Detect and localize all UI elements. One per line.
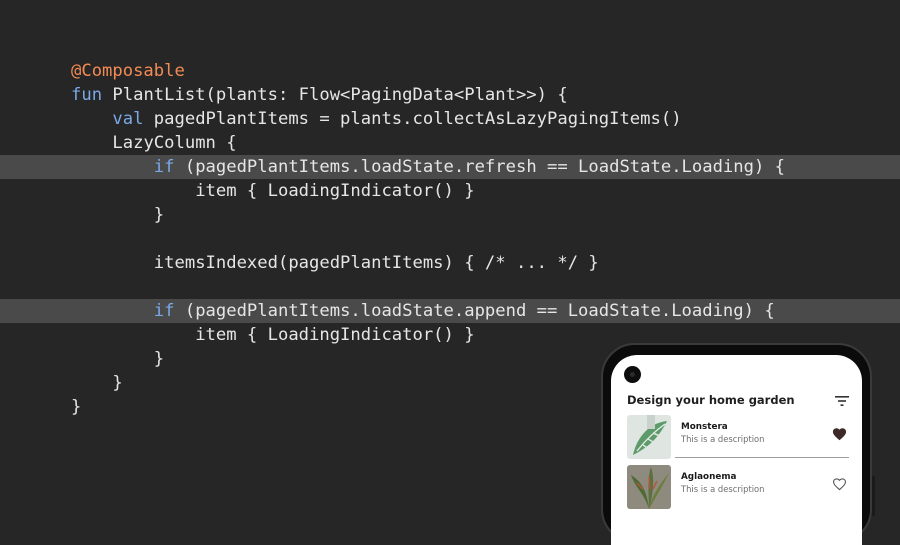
code-line-8-empty xyxy=(0,227,900,251)
filter-icon[interactable] xyxy=(835,395,849,407)
code-line-7: } xyxy=(0,203,900,227)
keyword-if-refresh: if xyxy=(153,157,175,177)
append-condition: (pagedPlantItems.loadState.append == Loa… xyxy=(174,301,775,321)
item-loading-indicator: item { LoadingIndicator() } xyxy=(195,181,475,201)
paged-items-declaration: pagedPlantItems = plants.collectAsLazyPa… xyxy=(143,109,682,129)
list-item[interactable]: Monstera This is a description xyxy=(627,415,849,463)
function-params: (plants: Flow<PagingData<Plant>>) { xyxy=(205,85,568,105)
phone-screen: Design your home garden Monstera This is… xyxy=(611,355,862,545)
heart-filled-icon[interactable] xyxy=(832,427,847,441)
plant-description: This is a description xyxy=(681,484,765,494)
code-line-9: itemsIndexed(pagedPlantItems) { /* ... *… xyxy=(0,251,900,275)
items-indexed-call: itemsIndexed(pagedPlantItems) { /* ... *… xyxy=(153,253,599,273)
heart-outline-icon[interactable] xyxy=(832,477,847,491)
code-line-5-highlighted: if (pagedPlantItems.loadState.refresh ==… xyxy=(0,155,900,179)
plant-description: This is a description xyxy=(681,434,765,444)
code-line-3: val pagedPlantItems = plants.collectAsLa… xyxy=(0,107,900,131)
lazy-column-call: LazyColumn { xyxy=(112,133,237,153)
monstera-image xyxy=(627,415,671,459)
code-line-10-empty xyxy=(0,275,900,299)
annotation-token: @Composable xyxy=(71,61,185,81)
refresh-condition: (pagedPlantItems.loadState.refresh == Lo… xyxy=(174,157,786,177)
closing-brace: } xyxy=(153,349,165,369)
camera-icon xyxy=(624,366,641,383)
keyword-if-append: if xyxy=(153,301,175,321)
aglaonema-image xyxy=(627,465,671,509)
code-line-2: fun PlantList(plants: Flow<PagingData<Pl… xyxy=(0,83,900,107)
code-line-11-highlighted: if (pagedPlantItems.loadState.append == … xyxy=(0,299,900,323)
item-loading-indicator: item { LoadingIndicator() } xyxy=(195,325,475,345)
plant-name: Monstera xyxy=(681,422,728,432)
phone-mockup: Design your home garden Monstera This is… xyxy=(601,343,872,545)
app-title: Design your home garden xyxy=(627,393,795,407)
list-divider xyxy=(675,457,849,458)
function-name: PlantList xyxy=(102,85,206,105)
closing-brace: } xyxy=(112,373,123,393)
keyword-val: val xyxy=(112,109,144,129)
code-line-6: item { LoadingIndicator() } xyxy=(0,179,900,203)
closing-brace: } xyxy=(71,397,82,417)
closing-brace: } xyxy=(153,205,165,225)
code-line-4: LazyColumn { xyxy=(0,131,900,155)
keyword-fun: fun xyxy=(71,85,103,105)
plant-name: Aglaonema xyxy=(681,472,737,482)
code-line-1: @Composable xyxy=(0,59,900,83)
